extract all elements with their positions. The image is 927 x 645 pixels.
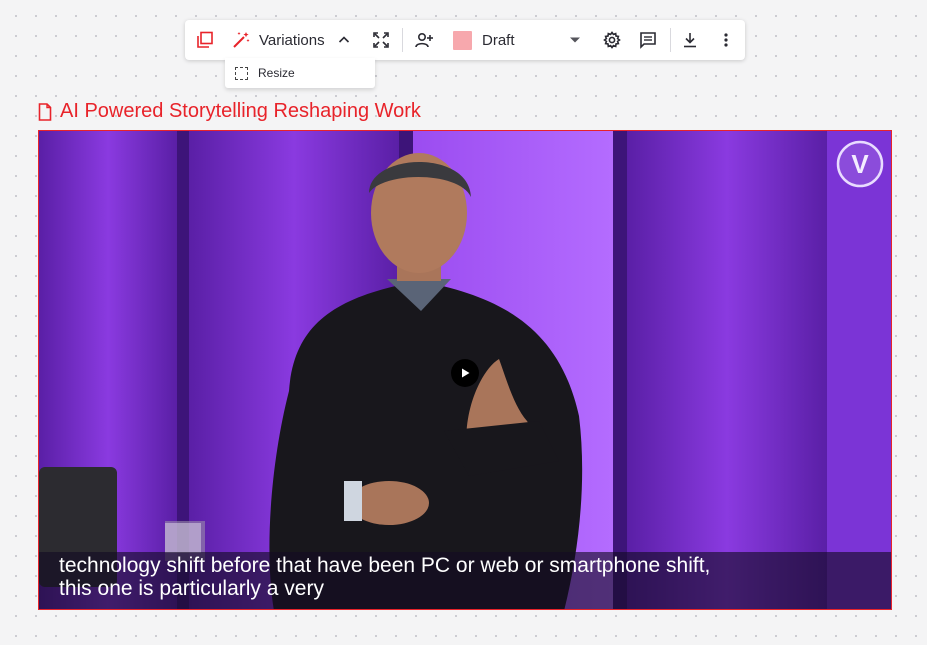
play-icon [462,368,470,378]
copy-button[interactable] [193,20,217,60]
chevron-up-icon [338,36,349,43]
more-vertical-icon [724,33,728,47]
toolbar-divider [402,28,403,52]
menu-item-resize[interactable]: Resize [225,58,375,88]
caption-line-2: this one is particularly a very [59,577,324,600]
comments-button[interactable] [635,20,661,60]
fullscreen-icon [373,32,389,48]
document-icon [38,102,52,121]
fullscreen-button[interactable] [369,20,393,60]
comment-icon [640,32,656,49]
resize-icon [235,66,248,80]
magic-wand-icon [233,32,250,48]
video-caption: technology shift before that have been P… [59,554,879,600]
channel-logo: V [836,140,884,188]
more-options-button[interactable] [715,20,737,60]
play-button[interactable] [451,359,479,387]
document-title-row: AI Powered Storytelling Reshaping Work [38,100,421,123]
settings-button[interactable] [599,20,625,60]
logo-letter: V [851,149,869,179]
menu-item-label: Resize [258,66,295,80]
editor-toolbar: Variations Draft [185,20,745,60]
gear-icon [603,31,621,49]
download-icon [684,33,696,48]
video-player[interactable]: V technology shift before that have been… [38,130,892,610]
variations-label: Variations [259,31,325,49]
variations-menu: Resize [225,58,375,88]
download-button[interactable] [677,20,703,60]
status-color-swatch [453,30,472,50]
add-user-button[interactable] [411,20,437,60]
status-label: Draft [482,31,515,49]
status-dropdown[interactable]: Draft [453,20,583,60]
copy-icon [197,31,213,48]
page-title: AI Powered Storytelling Reshaping Work [60,100,421,122]
toolbar-divider [670,28,671,52]
caption-line-1: technology shift before that have been P… [59,554,711,577]
add-user-icon [415,32,433,48]
caret-down-icon [569,37,580,43]
variations-button[interactable]: Variations [231,20,353,60]
